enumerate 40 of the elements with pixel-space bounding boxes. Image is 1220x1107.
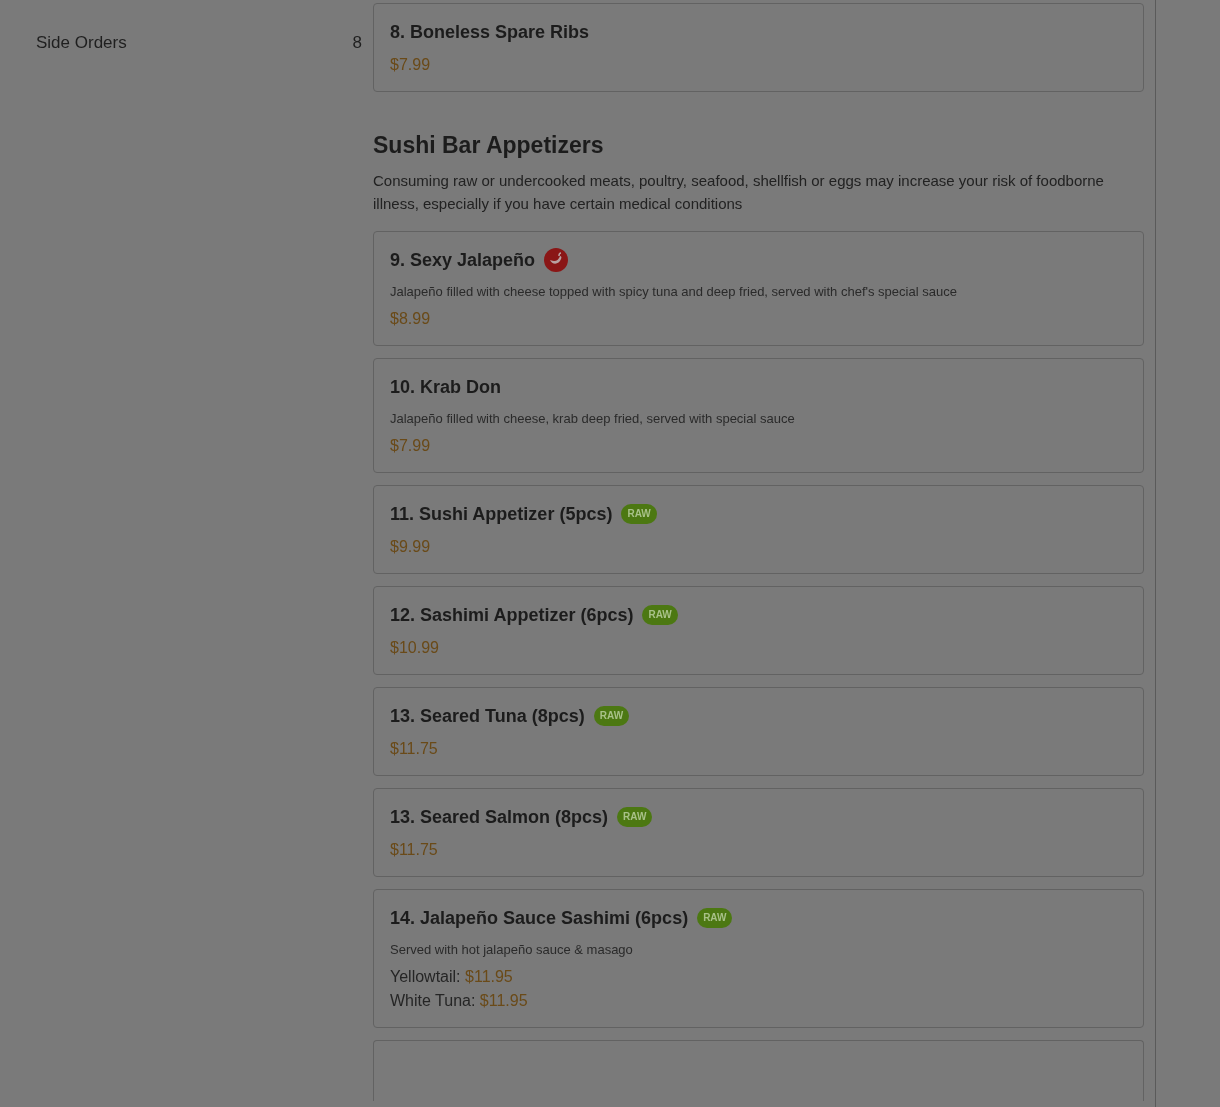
menu-item-card[interactable]: 10. Krab Don Jalapeño filled with cheese, krab deep fried, served with special sauce $7.99 [373,358,1144,473]
category-link[interactable]: Side Orders [36,33,127,53]
menu-item-card[interactable]: 12. Sashimi Appetizer (6pcs) RAW $10.99 [373,586,1144,675]
item-title: 9. Sexy Jalapeño [390,249,536,271]
option-price: $11.95 [465,968,513,985]
item-title: 8. Boneless Spare Ribs [390,21,590,43]
raw-badge: RAW [642,605,678,625]
item-title: 13. Seared Tuna (8pcs) [390,705,585,727]
item-price: $9.99 [390,538,432,556]
item-description: Served with hot jalapeño sauce & masago [390,942,634,957]
item-description: Jalapeño filled with cheese, krab deep fried, served with special sauce [390,411,796,426]
chili-pepper-icon [544,248,569,272]
option-price: $11.95 [479,992,528,1009]
item-price: $8.99 [390,310,432,328]
menu-item-card[interactable]: 13. Seared Tuna (8pcs) RAW $11.75 [373,687,1144,776]
item-price: $7.99 [390,56,432,74]
item-title: 12. Sashimi Appetizer (6pcs) [390,604,634,626]
option-label: White Tuna: [390,992,476,1009]
raw-badge: RAW [617,807,653,827]
menu-item-card[interactable]: 11. Sushi Appetizer (5pcs) RAW $9.99 [373,485,1144,574]
item-title: 10. Krab Don [390,376,502,398]
section-note: Consuming raw or undercooked meats, poultry, seafood, shellfish or eggs may increase your risk of foodborne illness, especially if you have certain medical conditions [373,171,1105,214]
section-heading: Sushi Bar Appetizers [373,132,605,159]
item-price: $10.99 [390,639,440,657]
item-title: 11. Sushi Appetizer (5pcs) [390,503,613,525]
menu-item-card[interactable]: 9. Sexy Jalapeño Jalapeño filled with cheese topped with spicy tuna and deep fried, served with chef's special sauce $8.99 [373,231,1144,346]
option-label: Yellowtail: [390,968,461,985]
item-title: 13. Seared Salmon (8pcs) [390,806,609,828]
raw-badge: RAW [697,908,733,928]
item-title: 14. Jalapeño Sauce Sashimi (6pcs) [390,907,689,929]
item-description: Jalapeño filled with cheese topped with spicy tuna and deep fried, served with chef's special sauce [390,284,958,299]
menu-item-card[interactable]: 8. Boneless Spare Ribs $7.99 [373,3,1144,92]
item-price: $11.75 [390,841,439,859]
category-count: 8 [352,33,362,53]
item-price: $7.99 [390,437,432,455]
raw-badge: RAW [621,504,657,524]
item-price: $11.75 [390,740,439,758]
menu-item-card[interactable]: 13. Seared Salmon (8pcs) RAW $11.75 [373,788,1144,877]
menu-item-card[interactable]: 14. Jalapeño Sauce Sashimi (6pcs) RAW Served with hot jalapeño sauce & masago Yellowtail: $11.95 White Tuna: $11.95 [373,889,1144,1028]
raw-badge: RAW [593,706,630,726]
